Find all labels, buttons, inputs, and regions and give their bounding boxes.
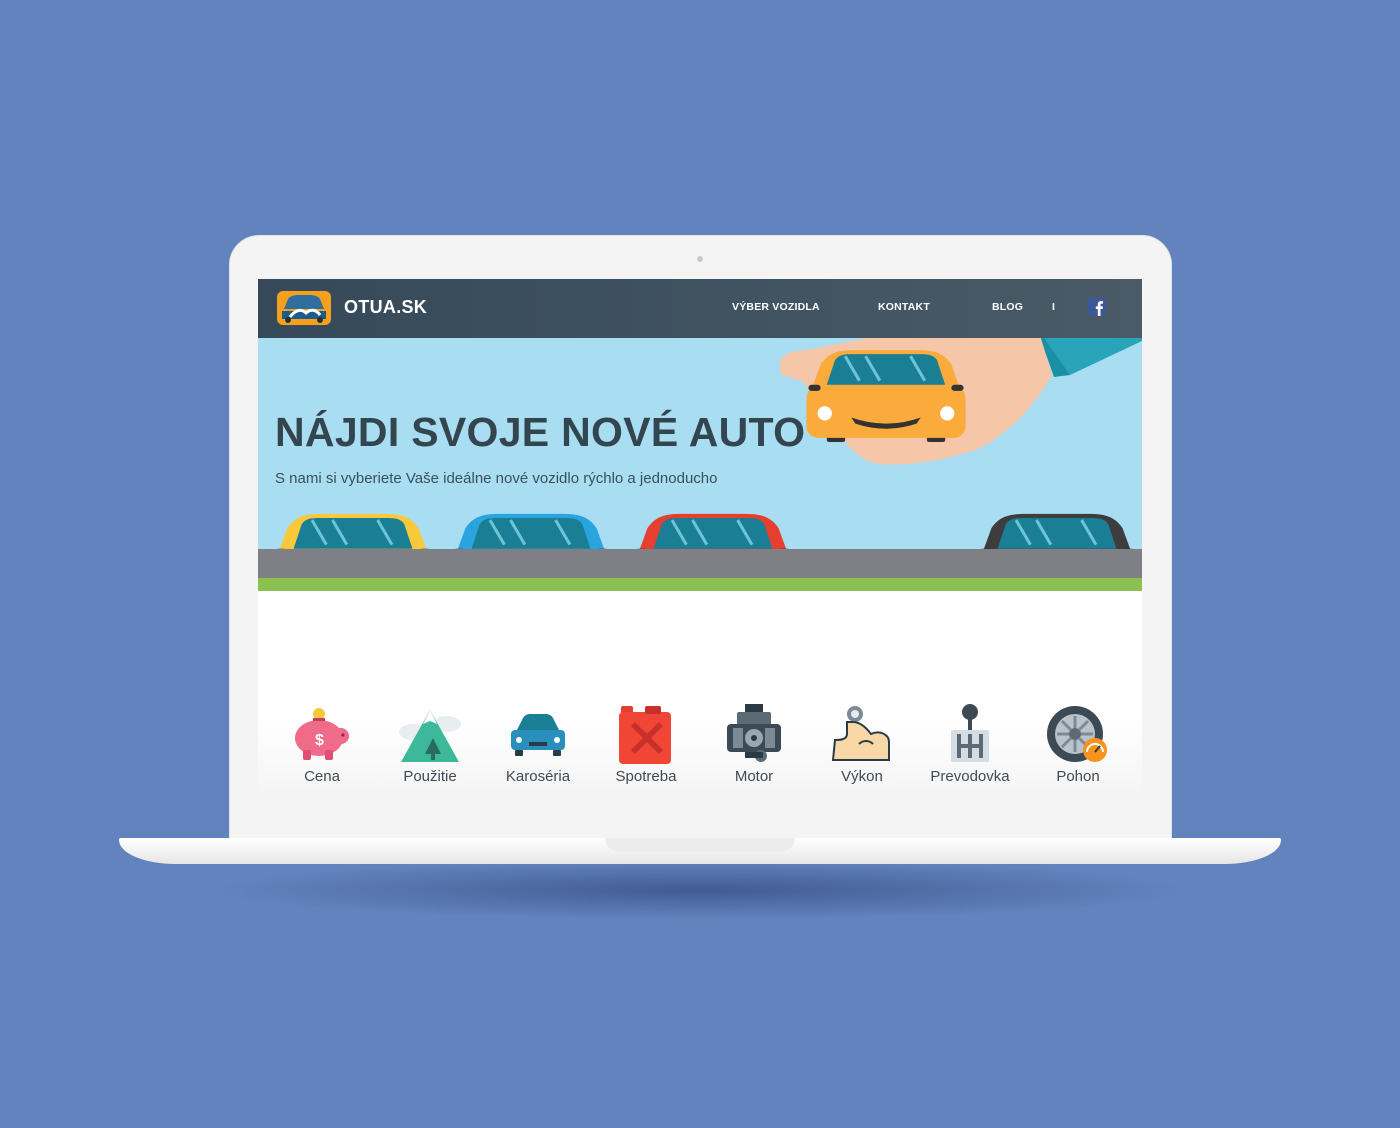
wheel-icon <box>1047 706 1107 762</box>
nav-link-kontakt[interactable]: KONTAKT <box>878 301 930 313</box>
feature-item-pohon[interactable]: Pohon <box>1024 704 1132 785</box>
hero-title: NÁJDI SVOJE NOVÉ AUTO <box>275 409 806 455</box>
road-strip <box>258 549 1142 578</box>
nav-link-blog[interactable]: BLOG <box>992 301 1023 313</box>
mountain-icon <box>399 710 461 762</box>
feature-label: Prevodovka <box>930 768 1010 785</box>
svg-text:$: $ <box>315 732 324 749</box>
laptop-notch <box>605 838 795 852</box>
car-body-icon <box>511 714 565 756</box>
muscle-arm-icon <box>831 706 890 761</box>
fuel-canister-icon <box>619 706 671 764</box>
top-navigation-bar: OTUA.SK VÝBER VOZIDLA KONTAKT BLOG I <box>258 279 1142 338</box>
nav-separator: I <box>1052 301 1056 313</box>
engine-icon <box>727 704 781 762</box>
nav-link-vyber-vozidla[interactable]: VÝBER VOZIDLA <box>732 301 820 313</box>
feature-item-motor[interactable]: Motor <box>700 704 808 785</box>
feature-item-pouzitie[interactable]: Použitie <box>376 704 484 785</box>
feature-item-karoseria[interactable]: Karoséria <box>484 704 592 785</box>
feature-item-spotreba[interactable]: Spotreba <box>592 704 700 785</box>
feature-label: Pohon <box>1056 768 1100 785</box>
feature-item-prevodovka[interactable]: Prevodovka <box>916 704 1024 785</box>
piggy-bank-icon: $ <box>295 708 349 760</box>
orange-car-illustration <box>806 350 966 442</box>
laptop-shadow <box>210 860 1190 920</box>
website-screen: NÁJDI SVOJE NOVÉ AUTO S nami si vyberiet… <box>258 279 1142 804</box>
otua-logo-icon[interactable] <box>276 287 332 327</box>
laptop-camera <box>697 256 703 262</box>
feature-categories: $ Cena Použitie Karoséria Spotreba Motor… <box>258 591 1142 804</box>
feature-label: Spotreba <box>615 768 677 785</box>
grass-strip <box>258 578 1142 591</box>
feature-item-cena[interactable]: $ Cena <box>268 704 376 785</box>
feature-label: Karoséria <box>505 768 571 785</box>
facebook-icon[interactable] <box>1088 298 1106 316</box>
feature-label: Výkon <box>841 768 883 785</box>
feature-label: Cena <box>304 768 340 785</box>
feature-item-vykon[interactable]: Výkon <box>808 704 916 785</box>
hero-subtitle: S nami si vyberiete Vaše ideálne nové vo… <box>275 470 718 487</box>
brand-name[interactable]: OTUA.SK <box>344 297 427 318</box>
feature-label: Motor <box>734 768 774 785</box>
feature-label: Použitie <box>403 768 457 785</box>
gear-shift-icon <box>951 704 989 762</box>
